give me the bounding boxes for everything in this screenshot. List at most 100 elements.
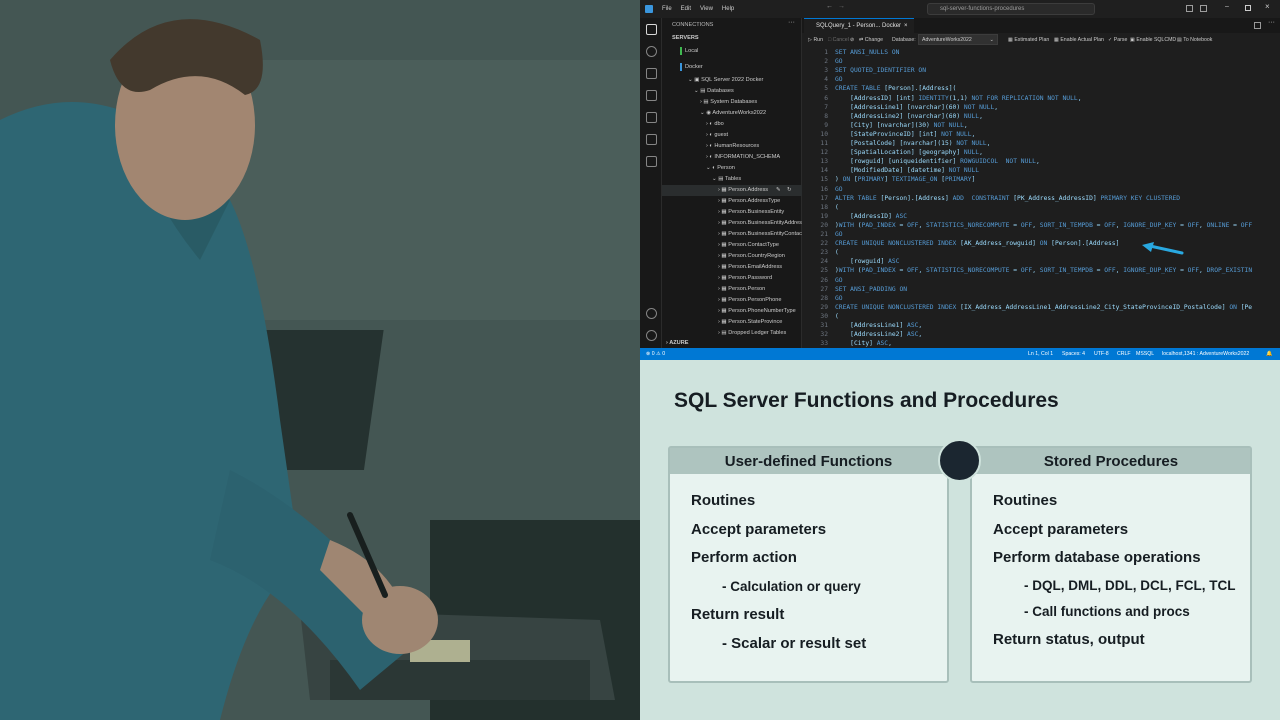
queries-icon[interactable] bbox=[646, 134, 657, 145]
tree-schema-label: INFORMATION_SCHEMA bbox=[714, 154, 781, 160]
connection-status[interactable]: localhost,1341 : AdventureWorks2022 bbox=[1162, 348, 1249, 360]
menu-edit[interactable]: Edit bbox=[681, 6, 691, 12]
layout-icon[interactable] bbox=[1186, 5, 1193, 12]
server-group-local[interactable]: Local bbox=[680, 46, 698, 57]
line-number: 8 bbox=[824, 112, 828, 120]
tab-sqlquery[interactable]: SQLQuery_1 - Person... Docker × bbox=[804, 18, 914, 33]
tree-database[interactable]: ⌄ ◉ AdventureWorks2022 bbox=[700, 108, 766, 119]
line-number: 15 bbox=[820, 176, 828, 184]
menu-view[interactable]: View bbox=[700, 6, 713, 12]
explorer-icon[interactable] bbox=[646, 68, 657, 79]
close-icon[interactable]: × bbox=[1265, 2, 1270, 11]
source-control-icon[interactable] bbox=[646, 112, 657, 123]
panel-icon[interactable] bbox=[1200, 5, 1207, 12]
procedures-subitem: - DQL, DML, DDL, DCL, FCL, TCL bbox=[1024, 578, 1236, 593]
procedures-card-heading: Stored Procedures bbox=[972, 448, 1250, 474]
procedures-item: Return status, output bbox=[993, 631, 1145, 648]
sqlcmd-button[interactable]: ▣ Enable SQLCMD bbox=[1130, 37, 1176, 43]
tree-table-row[interactable]: › ▦ Person.ContactType bbox=[718, 240, 779, 251]
encoding-status[interactable]: UTF-8 bbox=[1094, 348, 1109, 360]
back-arrow-icon[interactable]: ← bbox=[826, 3, 833, 10]
connections-icon[interactable] bbox=[646, 24, 657, 35]
problems-status[interactable]: ⊗ 0 ⚠ 0 bbox=[646, 348, 665, 360]
tree-dropped-label: Dropped Ledger Tables bbox=[728, 330, 787, 336]
line-number: 2 bbox=[824, 58, 828, 66]
tree-table-row[interactable]: › ▦ Person.PersonPhone bbox=[718, 295, 781, 306]
eol-status[interactable]: CRLF bbox=[1117, 348, 1131, 360]
server-group-docker-label: Docker bbox=[685, 64, 703, 70]
arrow-annotation-icon bbox=[1142, 242, 1184, 255]
code-line: [SpatialLocation] [geography] NULL, bbox=[835, 149, 983, 157]
tree-server-label: SQL Server 2022 Docker bbox=[701, 77, 764, 83]
account-icon[interactable] bbox=[646, 308, 657, 319]
forward-arrow-icon[interactable]: → bbox=[838, 3, 845, 10]
tree-tables[interactable]: ⌄ ▤ Tables bbox=[712, 174, 741, 185]
tab-close-icon[interactable]: × bbox=[904, 19, 908, 33]
actual-plan-button[interactable]: ▦ Enable Actual Plan bbox=[1054, 37, 1104, 43]
edit-icon[interactable]: ✎ bbox=[776, 185, 781, 196]
tree-table-row[interactable]: › ▦ Person.CountryRegion bbox=[718, 251, 785, 262]
refresh-icon[interactable]: ↻ bbox=[787, 185, 792, 196]
tree-table-row[interactable]: › ▦ Person.BusinessEntity bbox=[718, 207, 784, 218]
tree-schema-guest[interactable]: › ◐ guest bbox=[706, 130, 728, 141]
code-line: GO bbox=[835, 276, 843, 284]
tree-table-label: Person.Password bbox=[728, 275, 773, 281]
tree-table-row[interactable]: › ▦ Person.PhoneNumberType bbox=[718, 306, 796, 317]
tree-table-row[interactable]: › ▦ Person.BusinessEntityAddress bbox=[718, 218, 805, 229]
server-group-local-label: Local bbox=[685, 48, 699, 54]
tree-schema-person[interactable]: ⌄ ◐ Person bbox=[706, 163, 735, 174]
indentation-status[interactable]: Spaces: 4 bbox=[1062, 348, 1085, 360]
functions-subitem: - Scalar or result set bbox=[722, 635, 867, 652]
estimated-plan-button[interactable]: ▦ Estimated Plan bbox=[1008, 37, 1049, 43]
tree-table-row[interactable]: › ▦ Person.EmailAddress bbox=[718, 262, 782, 273]
tree-table-row[interactable]: › ▦ Person.Person bbox=[718, 284, 765, 295]
command-center[interactable]: sql-server-functions-procedures bbox=[927, 3, 1095, 15]
line-number: 20 bbox=[820, 221, 828, 229]
database-select[interactable]: AdventureWorks2022 ⌄ bbox=[918, 34, 998, 45]
server-group-docker[interactable]: Docker bbox=[680, 62, 703, 73]
extensions-icon[interactable] bbox=[646, 156, 657, 167]
tree-databases[interactable]: ⌄ ▤ Databases bbox=[694, 86, 734, 97]
search-icon[interactable] bbox=[646, 46, 657, 57]
line-number: 7 bbox=[824, 103, 828, 111]
tree-server[interactable]: ⌄ ▣ SQL Server 2022 Docker bbox=[688, 75, 763, 86]
center-circle-marker bbox=[938, 439, 981, 482]
tree-schema-humanresources[interactable]: › ◐ HumanResources bbox=[706, 141, 759, 152]
maximize-icon[interactable] bbox=[1245, 5, 1251, 11]
presenter-photo bbox=[0, 0, 640, 720]
split-editor-icon[interactable] bbox=[1254, 22, 1261, 29]
settings-gear-icon[interactable] bbox=[646, 330, 657, 341]
menu-help[interactable]: Help bbox=[722, 6, 734, 12]
functions-card-heading: User-defined Functions bbox=[670, 448, 947, 474]
tree-table-row[interactable]: › ▦ Person.StateProvince bbox=[718, 317, 782, 328]
tree-dropped-ledger[interactable]: › ▤ Dropped Ledger Tables bbox=[718, 328, 786, 339]
tree-schema-information-schema[interactable]: › ◐ INFORMATION_SCHEMA bbox=[706, 152, 780, 163]
tree-table-row[interactable]: › ▦ Person.Address ✎ ↻ bbox=[662, 185, 802, 196]
more-actions-icon[interactable]: ··· bbox=[788, 19, 795, 26]
cursor-position[interactable]: Ln 1, Col 1 bbox=[1028, 348, 1053, 360]
code-line: [AddressLine2] [nvarchar](60) NULL, bbox=[835, 112, 983, 120]
language-status[interactable]: MSSQL bbox=[1136, 348, 1154, 360]
notification-bell-icon[interactable]: 🔔 bbox=[1266, 348, 1272, 360]
notebook-icon[interactable] bbox=[646, 90, 657, 101]
notebook-button[interactable]: ▤ To Notebook bbox=[1177, 37, 1212, 43]
tree-schema-label: Person bbox=[717, 165, 735, 171]
code-area[interactable]: 1 SET ANSI_NULLS ON 2 GO 3 SET QUOTED_IDENTIF… bbox=[802, 47, 1280, 348]
change-connection-button[interactable]: ⇄ Change bbox=[859, 37, 883, 43]
tree-schema-dbo[interactable]: › ◐ dbo bbox=[706, 119, 724, 130]
tree-table-row[interactable]: › ▦ Person.BusinessEntityContact bbox=[718, 229, 804, 240]
cancel-button[interactable]: □ Cancel bbox=[828, 37, 849, 43]
disconnect-button[interactable]: ⊘ bbox=[850, 37, 854, 43]
tree-tables-label: Tables bbox=[724, 176, 742, 182]
parse-button[interactable]: ✓ Parse bbox=[1108, 37, 1127, 43]
tree-table-row[interactable]: › ▦ Person.AddressType bbox=[718, 196, 780, 207]
procedures-subitem: - Call functions and procs bbox=[1024, 604, 1190, 619]
run-button[interactable]: ▷ Run bbox=[808, 37, 823, 43]
photo-illustration bbox=[0, 0, 640, 720]
minimize-icon[interactable]: – bbox=[1225, 3, 1229, 10]
menu-file[interactable]: File bbox=[662, 6, 672, 12]
tree-system-databases[interactable]: › ▤ System Databases bbox=[700, 97, 757, 108]
servers-section[interactable]: SERVERS bbox=[672, 33, 699, 44]
tree-table-row[interactable]: › ▦ Person.Password bbox=[718, 273, 772, 284]
editor-more-icon[interactable]: ··· bbox=[1268, 19, 1275, 26]
